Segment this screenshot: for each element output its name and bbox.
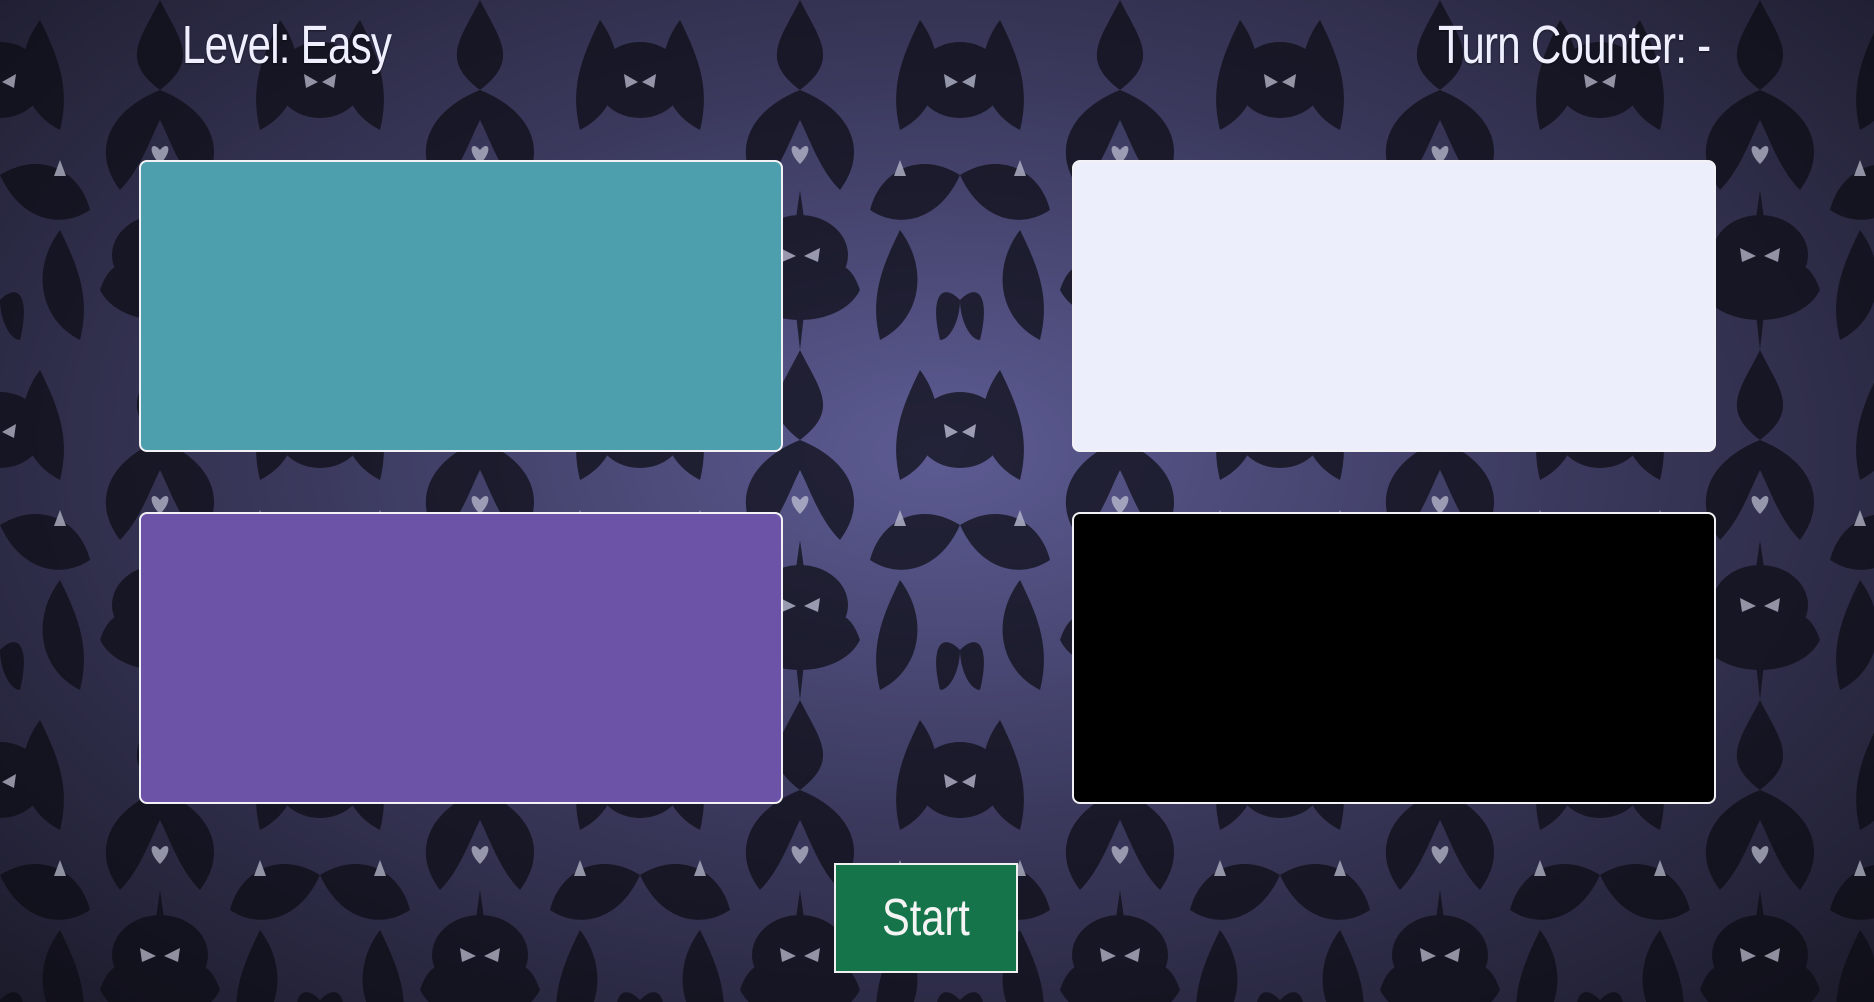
color-pad-black[interactable]	[1072, 512, 1716, 804]
level-label: Level: Easy	[182, 15, 392, 75]
start-button[interactable]: Start	[834, 863, 1018, 973]
color-pad-purple[interactable]	[139, 512, 783, 804]
color-pad-white[interactable]	[1072, 160, 1716, 452]
color-pad-teal[interactable]	[139, 160, 783, 452]
turn-counter: Turn Counter: -	[1438, 15, 1711, 75]
start-button-label: Start	[882, 889, 970, 947]
damask-wallpaper	[0, 0, 1874, 1002]
